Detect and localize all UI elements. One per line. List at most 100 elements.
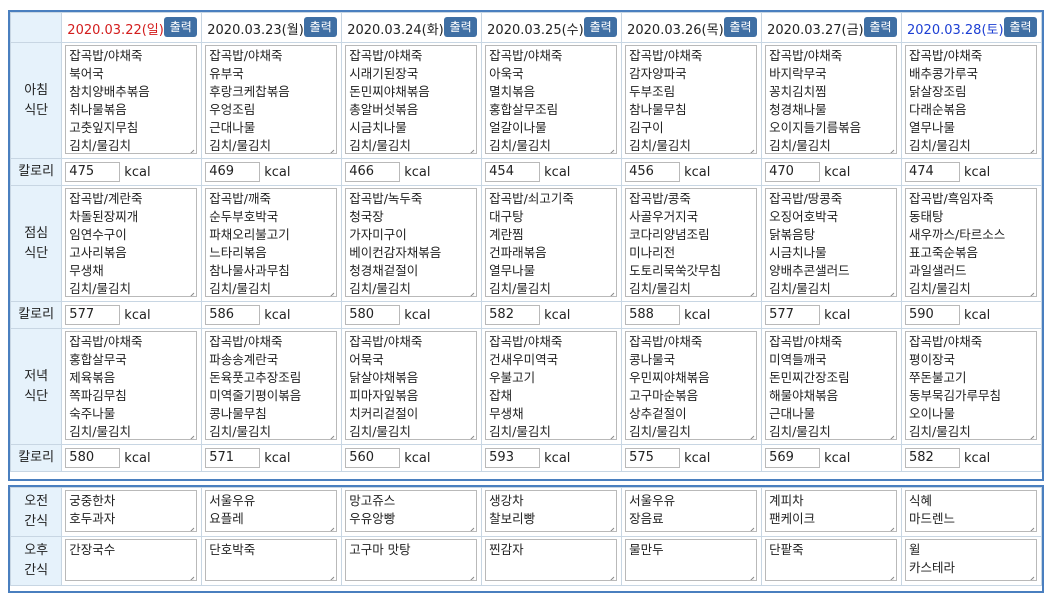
calorie-input[interactable]: 474 [905, 162, 961, 183]
resize-grip-icon[interactable] [186, 429, 195, 439]
resize-grip-icon[interactable] [606, 429, 615, 439]
am-snack-textarea[interactable]: 식혜 마드렌느 [905, 490, 1038, 532]
resize-grip-icon[interactable] [1026, 143, 1035, 153]
lunch-menu-textarea[interactable]: 잡곡밥/쇠고기죽 대구탕 계란찜 건파래볶음 열무나물 김치/물김치 [485, 188, 618, 297]
breakfast-menu-textarea[interactable]: 잡곡밥/야채죽 배추콩가루국 닭살장조림 다래순볶음 열무나물 김치/물김치 [905, 45, 1038, 154]
dinner-menu-textarea[interactable]: 잡곡밥/야채죽 미역들깨국 돈민찌간장조림 해물야채볶음 근대나물 김치/물김치 [765, 331, 898, 440]
calorie-input[interactable]: 575 [625, 448, 681, 469]
calorie-input[interactable]: 475 [65, 162, 121, 183]
resize-grip-icon[interactable] [466, 143, 475, 153]
resize-grip-icon[interactable] [746, 521, 755, 531]
resize-grip-icon[interactable] [186, 570, 195, 580]
dinner-menu-textarea[interactable]: 잡곡밥/야채죽 콩나물국 우민찌야채볶음 고구마순볶음 상추겉절이 김치/물김치 [625, 331, 758, 440]
resize-grip-icon[interactable] [466, 521, 475, 531]
resize-grip-icon[interactable] [1026, 286, 1035, 296]
resize-grip-icon[interactable] [746, 286, 755, 296]
breakfast-menu-textarea[interactable]: 잡곡밥/야채죽 감자양파국 두부조림 참나물무침 김구이 김치/물김치 [625, 45, 758, 154]
pm-snack-textarea[interactable]: 간장국수 [65, 539, 198, 581]
calorie-input[interactable]: 582 [905, 448, 961, 469]
resize-grip-icon[interactable] [466, 429, 475, 439]
calorie-input[interactable]: 593 [485, 448, 541, 469]
pm-snack-textarea[interactable]: 고구마 맛탕 [345, 539, 478, 581]
print-button[interactable]: 출력 [164, 17, 198, 37]
lunch-menu-textarea[interactable]: 잡곡밥/계란죽 차돌된장찌개 임연수구이 고사리볶음 무생채 김치/물김치 [65, 188, 198, 297]
calorie-input[interactable]: 469 [205, 162, 261, 183]
breakfast-menu-textarea[interactable]: 잡곡밥/야채죽 아욱국 멸치볶음 홍합살무조림 얼갈이나물 김치/물김치 [485, 45, 618, 154]
resize-grip-icon[interactable] [606, 143, 615, 153]
resize-grip-icon[interactable] [886, 286, 895, 296]
resize-grip-icon[interactable] [886, 429, 895, 439]
breakfast-menu-textarea[interactable]: 잡곡밥/야채죽 유부국 후랑크케찹볶음 우엉조림 근대나물 김치/물김치 [205, 45, 338, 154]
dinner-menu-textarea[interactable]: 잡곡밥/야채죽 홍합살무국 제육볶음 쪽파김무침 숙주나물 김치/물김치 [65, 331, 198, 440]
calorie-input[interactable]: 571 [205, 448, 261, 469]
print-button[interactable]: 출력 [304, 17, 338, 37]
resize-grip-icon[interactable] [606, 570, 615, 580]
breakfast-menu-textarea[interactable]: 잡곡밥/야채죽 바지락무국 꽁치김치찜 청경채나물 오이지들기름볶음 김치/물김치 [765, 45, 898, 154]
calorie-input[interactable]: 580 [65, 448, 121, 469]
calorie-input[interactable]: 569 [765, 448, 821, 469]
print-button[interactable]: 출력 [1004, 17, 1037, 37]
calorie-input[interactable]: 586 [205, 305, 261, 326]
resize-grip-icon[interactable] [326, 286, 335, 296]
calorie-input[interactable]: 580 [345, 305, 401, 326]
calorie-input[interactable]: 466 [345, 162, 401, 183]
am-snack-textarea[interactable]: 망고쥬스 우유앙빵 [345, 490, 478, 532]
pm-snack-textarea[interactable]: 윌 카스테라 [905, 539, 1038, 581]
resize-grip-icon[interactable] [1026, 429, 1035, 439]
resize-grip-icon[interactable] [466, 570, 475, 580]
resize-grip-icon[interactable] [326, 570, 335, 580]
am-snack-textarea[interactable]: 계피차 팬케이크 [765, 490, 898, 532]
resize-grip-icon[interactable] [1026, 521, 1035, 531]
resize-grip-icon[interactable] [886, 143, 895, 153]
resize-grip-icon[interactable] [746, 143, 755, 153]
resize-grip-icon[interactable] [186, 521, 195, 531]
print-button[interactable]: 출력 [584, 17, 618, 37]
resize-grip-icon[interactable] [326, 521, 335, 531]
dinner-menu-textarea[interactable]: 잡곡밥/야채죽 평이장국 쭈돈불고기 동부묵김가루무침 오이나물 김치/물김치 [905, 331, 1038, 440]
resize-grip-icon[interactable] [466, 286, 475, 296]
print-button[interactable]: 출력 [444, 17, 478, 37]
resize-grip-icon[interactable] [886, 570, 895, 580]
pm-snack-textarea[interactable]: 단팥죽 [765, 539, 898, 581]
calorie-input[interactable]: 560 [345, 448, 401, 469]
resize-grip-icon[interactable] [186, 286, 195, 296]
am-snack-textarea[interactable]: 생강차 찰보리빵 [485, 490, 618, 532]
calorie-input[interactable]: 456 [625, 162, 681, 183]
breakfast-menu-textarea[interactable]: 잡곡밥/야채죽 북어국 참치양배추볶음 취나물볶음 고춧잎지무침 김치/물김치 [65, 45, 198, 154]
print-button[interactable]: 출력 [724, 17, 758, 37]
resize-grip-icon[interactable] [606, 521, 615, 531]
resize-grip-icon[interactable] [886, 521, 895, 531]
am-snack-textarea[interactable]: 궁중한차 호두과자 [65, 490, 198, 532]
resize-grip-icon[interactable] [186, 143, 195, 153]
calorie-input[interactable]: 577 [765, 305, 821, 326]
calorie-input[interactable]: 577 [65, 305, 121, 326]
lunch-menu-textarea[interactable]: 잡곡밥/깨죽 순두부호박국 파채오리불고기 느타리볶음 참나물사과무침 김치/물김치 [205, 188, 338, 297]
resize-grip-icon[interactable] [746, 570, 755, 580]
calorie-input[interactable]: 454 [485, 162, 541, 183]
resize-grip-icon[interactable] [1026, 570, 1035, 580]
am-snack-textarea[interactable]: 서울우유 요플레 [205, 490, 338, 532]
pm-snack-textarea[interactable]: 찐감자 [485, 539, 618, 581]
calorie-input[interactable]: 588 [625, 305, 681, 326]
lunch-menu-textarea[interactable]: 잡곡밥/땅콩죽 오징어호박국 닭볶음탕 시금치나물 양배추콘샐러드 김치/물김치 [765, 188, 898, 297]
calorie-input[interactable]: 590 [905, 305, 961, 326]
menu-line: 열무나물 [909, 119, 956, 135]
lunch-menu-textarea[interactable]: 잡곡밥/녹두죽 청국장 가자미구이 베이컨감자채볶음 청경채겉절이 김치/물김치 [345, 188, 478, 297]
pm-snack-textarea[interactable]: 단호박죽 [205, 539, 338, 581]
dinner-menu-textarea[interactable]: 잡곡밥/야채죽 어묵국 닭살야채볶음 피마자잎볶음 치커리겉절이 김치/물김치 [345, 331, 478, 440]
resize-grip-icon[interactable] [326, 429, 335, 439]
calorie-input[interactable]: 582 [485, 305, 541, 326]
dinner-menu-textarea[interactable]: 잡곡밥/야채죽 건새우미역국 우불고기 잡채 무생채 김치/물김치 [485, 331, 618, 440]
lunch-menu-textarea[interactable]: 잡곡밥/흑임자죽 동태탕 새우까스/타르소스 표고죽순볶음 과일샐러드 김치/물김치 [905, 188, 1038, 297]
calorie-input[interactable]: 470 [765, 162, 821, 183]
lunch-menu-textarea[interactable]: 잡곡밥/콩죽 사골우거지국 코다리양념조림 미나리전 도토리묵쑥갓무침 김치/물김치 [625, 188, 758, 297]
breakfast-menu-textarea[interactable]: 잡곡밥/야채죽 시래기된장국 돈민찌야채볶음 총알버섯볶음 시금치나물 김치/물김치 [345, 45, 478, 154]
dinner-menu-textarea[interactable]: 잡곡밥/야채죽 파송송계란국 돈육풋고추장조림 미역줄기평이볶음 콩나물무침 김치/물김치 [205, 331, 338, 440]
resize-grip-icon[interactable] [746, 429, 755, 439]
print-button[interactable]: 출력 [864, 17, 898, 37]
resize-grip-icon[interactable] [606, 286, 615, 296]
kcal-unit: kcal [124, 450, 151, 466]
resize-grip-icon[interactable] [326, 143, 335, 153]
am-snack-textarea[interactable]: 서울우유 장음료 [625, 490, 758, 532]
pm-snack-textarea[interactable]: 물만두 [625, 539, 758, 581]
